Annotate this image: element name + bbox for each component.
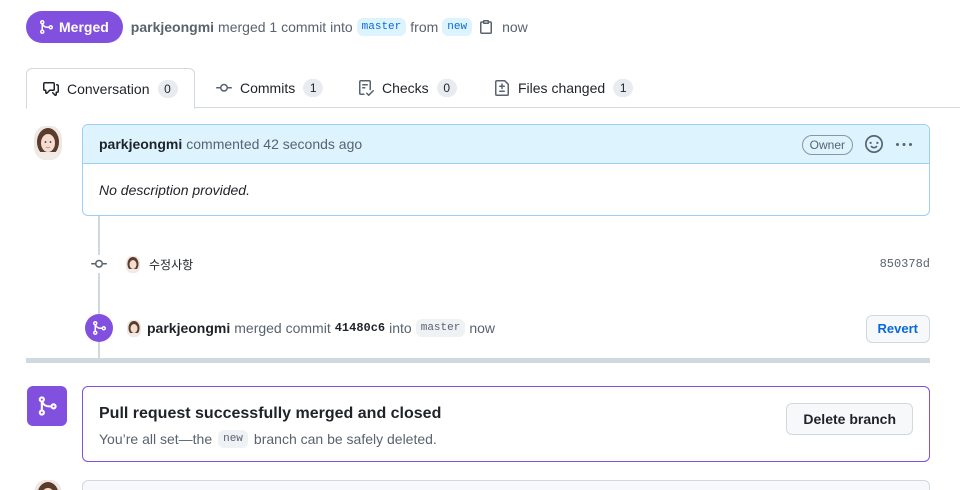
commit-sha-link[interactable]: 850378d: [880, 257, 930, 271]
head-branch-label[interactable]: new: [442, 18, 473, 36]
pr-tabs: Conversation 0 Commits 1 Checks 0 Files …: [26, 68, 960, 109]
merge-status-box: Pull request successfully merged and clo…: [82, 386, 930, 462]
tab-checks[interactable]: Checks 0: [342, 68, 473, 108]
pr-description-comment: parkjeongmi commented 42 seconds ago Own…: [82, 124, 930, 216]
into-text: into: [389, 320, 412, 336]
comment-timestamp[interactable]: commented 42 seconds ago: [186, 136, 362, 152]
merge-event-time[interactable]: now: [469, 320, 495, 336]
git-commit-icon: [90, 255, 108, 273]
merge-time: now: [502, 19, 528, 35]
deletable-branch-label[interactable]: new: [218, 430, 248, 448]
file-diff-icon: [495, 80, 509, 96]
git-commit-icon: [216, 83, 232, 92]
timeline-commit: 수정사항 850378d: [90, 254, 930, 274]
state-label: Merged: [59, 19, 109, 35]
commit-message-link[interactable]: 수정사항: [149, 256, 193, 273]
pr-meta: parkjeongmi merged 1 commit into master …: [131, 18, 528, 36]
merge-author-link[interactable]: parkjeongmi: [147, 320, 230, 336]
desc-suffix: branch can be safely deleted.: [253, 431, 437, 447]
pr-header: Merged parkjeongmi merged 1 commit into …: [26, 11, 528, 43]
from-text: from: [410, 19, 439, 35]
owner-badge: Owner: [801, 135, 853, 155]
avatar[interactable]: [126, 255, 140, 273]
tab-counter: 0: [436, 79, 457, 97]
tab-label: Conversation: [67, 80, 150, 97]
avatar[interactable]: [127, 319, 141, 337]
tab-conversation[interactable]: Conversation 0: [26, 68, 195, 109]
merge-status-title: Pull request successfully merged and clo…: [99, 405, 442, 422]
new-comment-box: [82, 480, 930, 490]
git-merge-icon: [40, 20, 54, 34]
git-merge-icon: [85, 314, 113, 342]
merge-action-text: merged commit: [234, 320, 331, 336]
kebab-horizontal-icon[interactable]: [895, 137, 913, 156]
timeline-separator: [26, 358, 930, 363]
tab-files-changed[interactable]: Files changed 1: [478, 68, 649, 108]
tab-label: Commits: [240, 80, 296, 96]
comment-body: No description provided.: [99, 182, 250, 198]
author-link[interactable]: parkjeongmi: [131, 19, 214, 35]
desc-prefix: You’re all set—the: [99, 431, 213, 447]
tab-counter: 1: [303, 79, 324, 97]
git-merge-icon: [27, 386, 67, 426]
add-reaction-icon[interactable]: [865, 135, 883, 156]
avatar[interactable]: [34, 480, 62, 490]
timeline-merge-event: parkjeongmi merged commit 41480c6 into m…: [85, 314, 930, 343]
merged-state-badge: Merged: [26, 11, 123, 43]
merged-text: merged 1 commit into: [218, 19, 353, 35]
merge-status-description: You’re all set—the new branch can be saf…: [99, 430, 437, 448]
revert-button[interactable]: Revert: [865, 315, 930, 343]
merge-event-text: parkjeongmi merged commit 41480c6 into m…: [127, 319, 495, 337]
tab-counter: 1: [613, 79, 634, 97]
tab-label: Files changed: [518, 80, 606, 96]
delete-branch-button[interactable]: Delete branch: [786, 403, 913, 435]
checklist-icon: [359, 80, 374, 96]
base-branch-label[interactable]: master: [356, 18, 407, 36]
comment-discussion-icon: [43, 81, 59, 96]
tab-commits[interactable]: Commits 1: [200, 68, 339, 108]
comment-author-link[interactable]: parkjeongmi: [99, 136, 182, 152]
tab-counter: 0: [157, 79, 178, 98]
tab-label: Checks: [382, 80, 429, 96]
avatar[interactable]: [34, 126, 62, 160]
merge-branch-label[interactable]: master: [415, 319, 466, 337]
merge-commit-sha-link[interactable]: 41480c6: [335, 321, 385, 335]
copy-icon[interactable]: [478, 19, 494, 35]
